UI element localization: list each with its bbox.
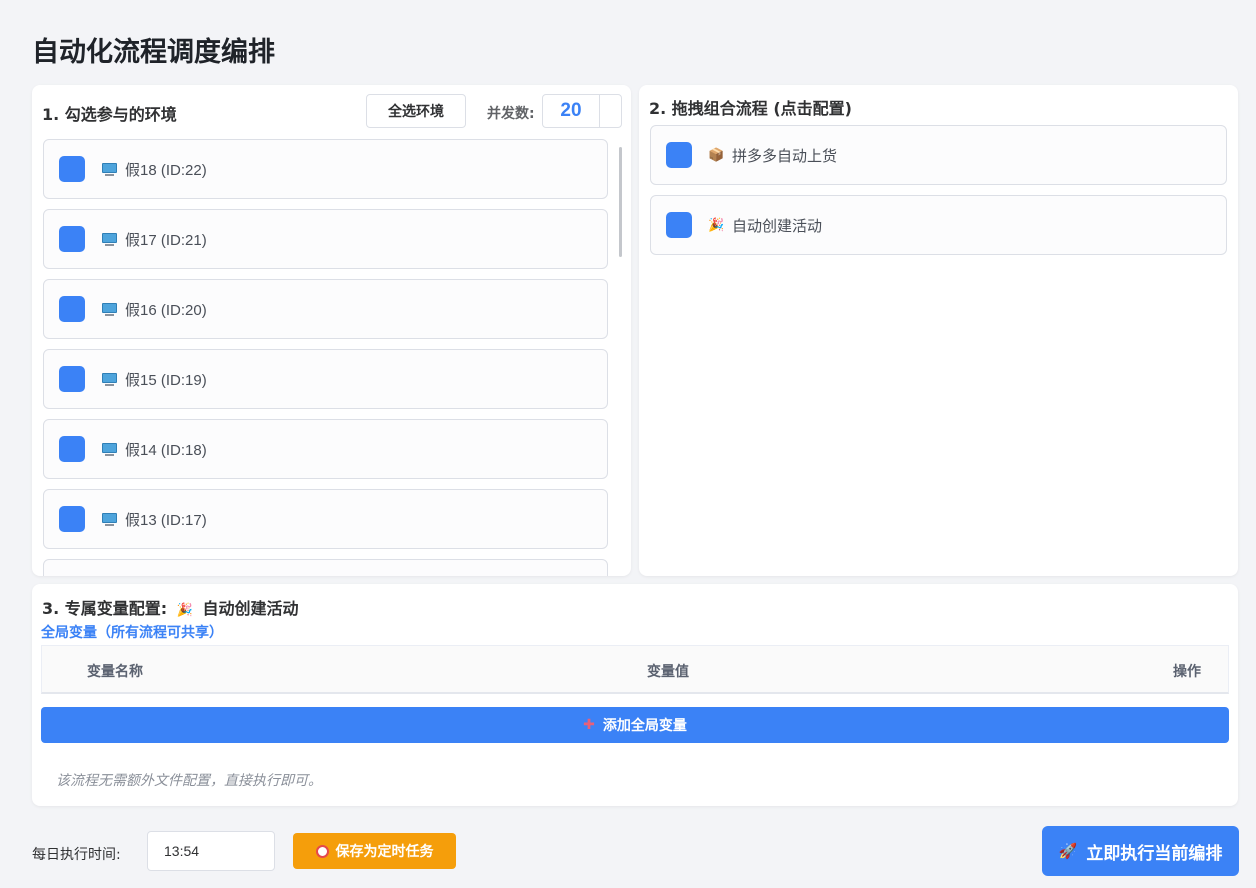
- environment-checkbox[interactable]: [59, 226, 85, 252]
- environment-item[interactable]: 假17 (ID:21): [43, 209, 608, 269]
- desktop-computer-icon: [101, 302, 118, 317]
- schedule-time-input[interactable]: [147, 831, 275, 871]
- environment-checkbox[interactable]: [59, 506, 85, 532]
- environment-item[interactable]: 假15 (ID:19): [43, 349, 608, 409]
- environment-item[interactable]: 假14 (ID:18): [43, 419, 608, 479]
- environment-label: 假17 (ID:21): [125, 231, 207, 249]
- desktop-computer-icon: [101, 232, 118, 247]
- party-popper-icon: 🎉: [176, 603, 193, 618]
- flow-section-title: 2. 拖拽组合流程 (点击配置): [649, 99, 852, 118]
- concurrency-input[interactable]: [543, 95, 599, 127]
- concurrency-label: 并发数:: [487, 106, 535, 122]
- environment-section-title: 1. 勾选参与的环境: [42, 105, 177, 124]
- concurrency-stepper-controls[interactable]: [599, 95, 621, 127]
- column-header-name: 变量名称: [87, 664, 143, 680]
- flow-checkbox[interactable]: [666, 212, 692, 238]
- party-popper-icon: 🎉: [708, 217, 725, 232]
- environment-label: 假15 (ID:19): [125, 371, 207, 389]
- variables-title-text: 3. 专属变量配置:: [42, 599, 168, 618]
- environment-checkbox[interactable]: [59, 366, 85, 392]
- environment-panel: 1. 勾选参与的环境 全选环境 并发数: 假18 (ID:22) 假17 (ID…: [32, 85, 631, 576]
- environment-label: 假13 (ID:17): [125, 511, 207, 529]
- flow-label: 自动创建活动: [732, 216, 823, 235]
- environment-checkbox[interactable]: [59, 296, 85, 322]
- package-icon: 📦: [708, 147, 725, 162]
- global-variables-subtitle: 全局变量（所有流程可共享）: [41, 625, 223, 641]
- environment-list: 假18 (ID:22) 假17 (ID:21) 假16 (ID:20) 假15 …: [43, 139, 608, 576]
- column-header-action: 操作: [1173, 664, 1201, 680]
- desktop-computer-icon: [101, 162, 118, 177]
- environment-label: 假18 (ID:22): [125, 161, 207, 179]
- variables-panel: 3. 专属变量配置: 🎉 自动创建活动 全局变量（所有流程可共享） 变量名称 变…: [32, 584, 1238, 806]
- environment-checkbox[interactable]: [59, 156, 85, 182]
- alarm-clock-icon: [315, 844, 329, 858]
- desktop-computer-icon: [101, 512, 118, 527]
- variables-section-title: 3. 专属变量配置: 🎉 自动创建活动: [42, 595, 299, 619]
- environment-item[interactable]: 假18 (ID:22): [43, 139, 608, 199]
- environment-label: 假14 (ID:18): [125, 441, 207, 459]
- environment-item[interactable]: 假16 (ID:20): [43, 279, 608, 339]
- select-all-environments-button[interactable]: 全选环境: [366, 94, 466, 128]
- flow-item[interactable]: 🎉 自动创建活动: [650, 195, 1227, 255]
- rocket-icon: 🚀: [1058, 842, 1078, 860]
- add-global-variable-label: 添加全局变量: [602, 718, 687, 734]
- flow-checkbox[interactable]: [666, 142, 692, 168]
- environment-item-partial[interactable]: [43, 559, 608, 576]
- column-header-value: 变量值: [647, 664, 689, 680]
- execute-now-button[interactable]: 🚀 立即执行当前编排: [1042, 826, 1239, 876]
- flow-list: 📦 拼多多自动上货 🎉 自动创建活动: [650, 125, 1227, 265]
- save-schedule-label: 保存为定时任务: [335, 844, 434, 860]
- flow-label: 拼多多自动上货: [732, 146, 838, 165]
- environment-list-scrollbar[interactable]: [619, 147, 622, 257]
- flow-panel: 2. 拖拽组合流程 (点击配置) 📦 拼多多自动上货 🎉 自动创建活动: [639, 85, 1238, 576]
- flow-item[interactable]: 📦 拼多多自动上货: [650, 125, 1227, 185]
- desktop-computer-icon: [101, 442, 118, 457]
- schedule-time-label: 每日执行时间:: [32, 847, 121, 863]
- desktop-computer-icon: [101, 372, 118, 387]
- environment-item[interactable]: 假13 (ID:17): [43, 489, 608, 549]
- save-schedule-button[interactable]: 保存为定时任务: [293, 833, 456, 869]
- concurrency-stepper[interactable]: [542, 94, 622, 128]
- execute-now-label: 立即执行当前编排: [1086, 843, 1223, 864]
- plus-sparkle-icon: ✚: [583, 717, 595, 733]
- variables-flow-name: 自动创建活动: [202, 599, 299, 618]
- page-title: 自动化流程调度编排: [32, 37, 275, 68]
- environment-checkbox[interactable]: [59, 436, 85, 462]
- variables-note: 该流程无需额外文件配置，直接执行即可。: [56, 773, 322, 789]
- add-global-variable-button[interactable]: ✚ 添加全局变量: [41, 707, 1229, 743]
- environment-label: 假16 (ID:20): [125, 301, 207, 319]
- variables-table-header: 变量名称 变量值 操作: [41, 645, 1229, 694]
